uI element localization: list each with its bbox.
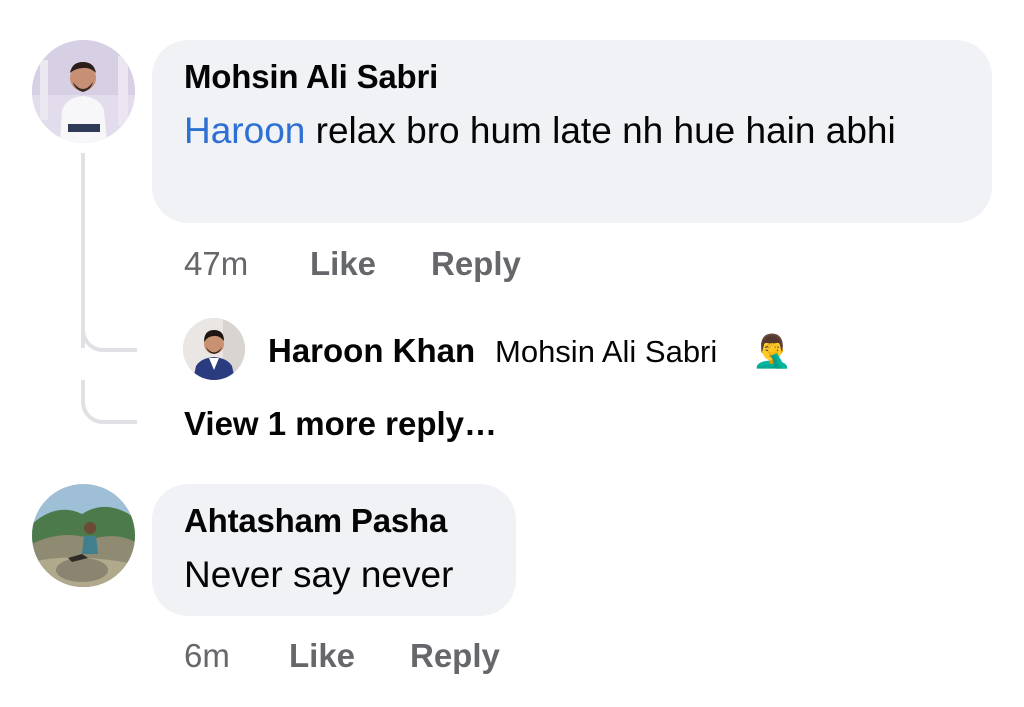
reply-button[interactable]: Reply (431, 245, 521, 283)
comment-bubble: Mohsin Ali Sabri Haroon relax bro hum la… (152, 40, 992, 223)
comment-text: Haroon relax bro hum late nh hue hain ab… (184, 104, 944, 157)
thread-branch-view-more (81, 380, 137, 424)
landscape-photo-icon (32, 484, 135, 587)
reply-button[interactable]: Reply (410, 637, 500, 675)
comment-author[interactable]: Ahtasham Pasha (184, 502, 447, 540)
comment-body: relax bro hum late nh hue hain abhi (305, 110, 896, 151)
profile-photo-icon (183, 318, 245, 380)
comment-bubble: Ahtasham Pasha Never say never (152, 484, 516, 616)
thread-branch-reply (81, 310, 137, 352)
like-button[interactable]: Like (310, 245, 376, 283)
comment-time[interactable]: 6m (184, 637, 230, 675)
view-more-replies-link[interactable]: View 1 more reply… (184, 405, 497, 443)
reply-text: Mohsin Ali Sabri (495, 334, 718, 369)
avatar-haroon[interactable] (183, 318, 245, 380)
avatar-ahtasham[interactable] (32, 484, 135, 587)
mention-link[interactable]: Haroon (184, 110, 305, 151)
comment-author[interactable]: Mohsin Ali Sabri (184, 58, 438, 96)
comment-time[interactable]: 47m (184, 245, 248, 283)
reply-author[interactable]: Haroon Khan (268, 332, 475, 370)
comment-body: Never say never (184, 554, 454, 595)
facepalm-emoji-icon: 🤦‍♂️ (752, 333, 792, 369)
like-button[interactable]: Like (289, 637, 355, 675)
avatar-mohsin[interactable] (32, 40, 135, 143)
profile-photo-icon (32, 40, 135, 143)
